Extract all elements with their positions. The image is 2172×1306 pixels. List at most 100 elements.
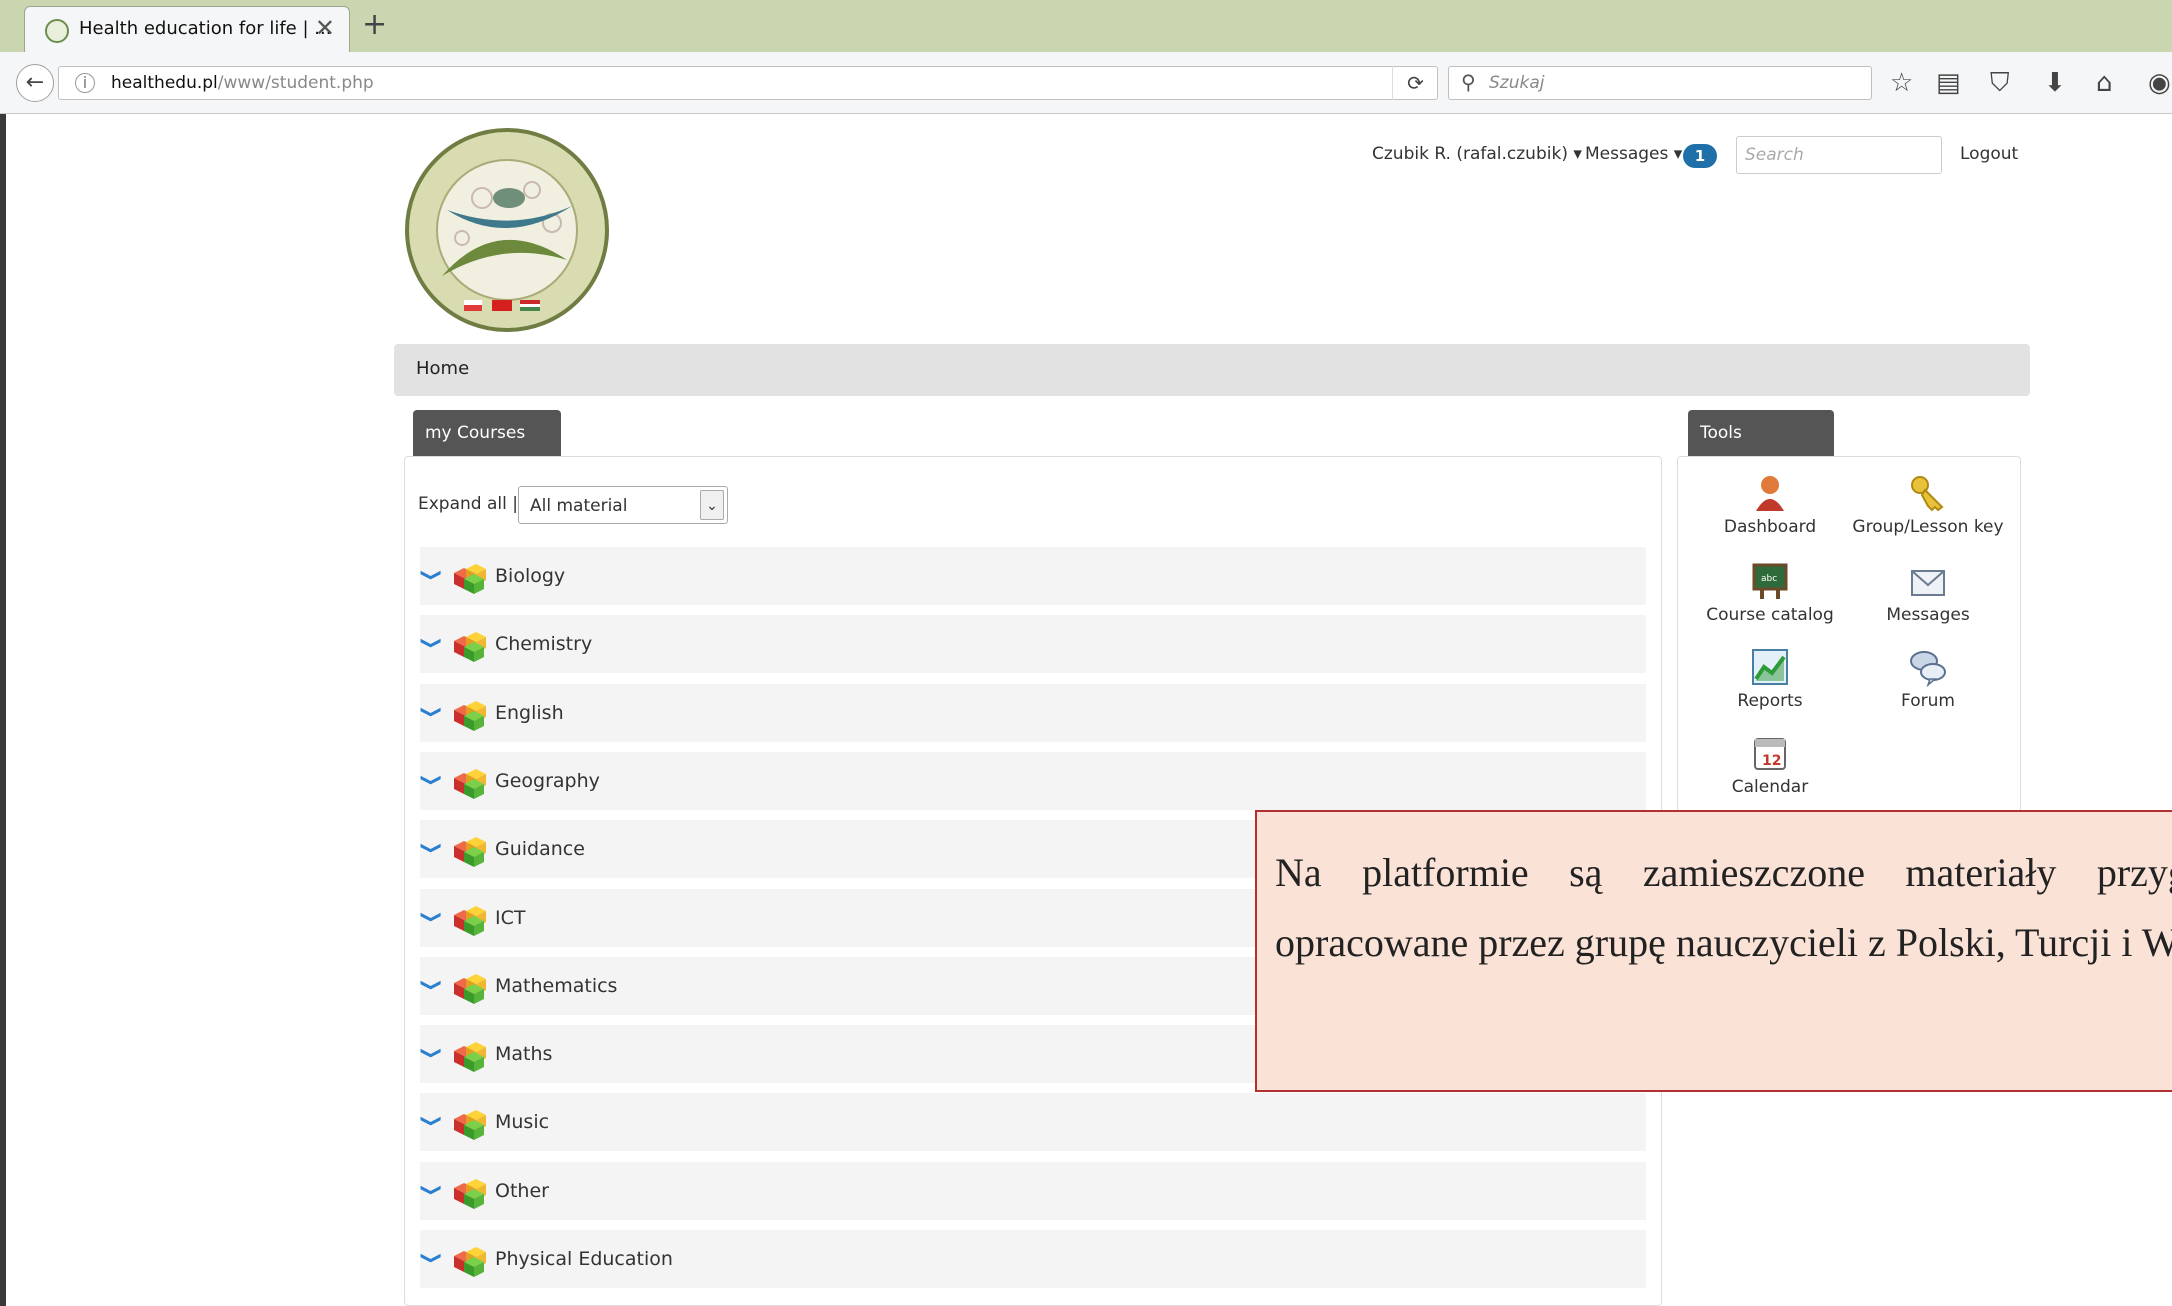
browser-tab[interactable]: Health education for life | ... ✕ xyxy=(24,6,350,52)
chevron-down-icon[interactable]: ❯ xyxy=(420,568,444,581)
course-name[interactable]: Biology xyxy=(495,565,565,587)
course-row[interactable]: ❯ Music xyxy=(420,1093,1646,1153)
browser-search-input[interactable]: ⚲ Szukaj xyxy=(1448,66,1872,100)
course-row[interactable]: ❯ Biology xyxy=(420,547,1646,607)
tab-title: Health education for life | ... xyxy=(79,18,332,39)
course-name[interactable]: Guidance xyxy=(495,838,585,860)
envelope-icon xyxy=(1911,570,1945,596)
course-name[interactable]: ICT xyxy=(495,907,525,929)
chevron-down-icon[interactable]: ❯ xyxy=(420,1114,444,1127)
site-logo xyxy=(405,128,609,332)
course-name[interactable]: Physical Education xyxy=(495,1248,673,1270)
svg-text:12: 12 xyxy=(1762,753,1781,769)
course-name[interactable]: Music xyxy=(495,1111,549,1133)
close-tab-icon[interactable]: ✕ xyxy=(315,14,335,42)
user-name: Czubik R. (rafal.czubik) xyxy=(1372,144,1568,164)
home-icon[interactable]: ⌂ xyxy=(2096,66,2113,100)
course-row[interactable]: ❯ Chemistry xyxy=(420,615,1646,675)
key-icon xyxy=(1911,476,1944,512)
chalkboard-icon: abc xyxy=(1752,563,1788,599)
chevron-down-icon[interactable]: ❯ xyxy=(420,773,444,786)
annotation-callout: Na platformie są zamieszczone materiały … xyxy=(1255,810,2172,1092)
tools-panel: Dashboard Group/Lesson key abc Course ca… xyxy=(1677,456,2021,818)
new-tab-icon[interactable]: + xyxy=(362,10,387,40)
course-cubes-icon xyxy=(454,1179,486,1209)
course-name[interactable]: Other xyxy=(495,1180,549,1202)
tool-messages[interactable]: Messages xyxy=(1848,561,2008,625)
address-bar[interactable]: i healthedu.pl/www/student.php xyxy=(58,66,1438,100)
url-domain: healthedu.pl xyxy=(111,73,218,93)
tool-group-lesson-key[interactable]: Group/Lesson key xyxy=(1848,473,2008,537)
course-cubes-icon xyxy=(454,974,486,1004)
breadcrumb: Home xyxy=(394,344,2030,396)
pocket-icon[interactable]: ⛉ xyxy=(1990,66,2010,100)
course-name[interactable]: Geography xyxy=(495,770,600,792)
logout-link[interactable]: Logout xyxy=(1960,144,2018,164)
tool-reports[interactable]: Reports xyxy=(1690,647,1850,711)
course-cubes-icon xyxy=(454,906,486,936)
window-left-edge xyxy=(0,114,6,1306)
course-cubes-icon xyxy=(454,769,486,799)
magnifier-icon: ⚲ xyxy=(1461,70,1476,94)
chevron-down-icon[interactable]: ❯ xyxy=(420,1046,444,1059)
site-favicon-icon xyxy=(45,19,69,43)
site-search-input[interactable]: Search xyxy=(1736,136,1942,174)
chevron-down-icon[interactable]: ❯ xyxy=(420,841,444,854)
tool-course-catalog[interactable]: abc Course catalog xyxy=(1690,561,1850,625)
tool-label: Forum xyxy=(1901,691,1955,711)
course-row[interactable]: ❯ English xyxy=(420,684,1646,744)
course-name[interactable]: Mathematics xyxy=(495,975,617,997)
tool-dashboard[interactable]: Dashboard xyxy=(1690,473,1850,537)
material-filter-value: All material xyxy=(530,496,628,516)
browser-search-placeholder: Szukaj xyxy=(1489,73,1545,93)
course-cubes-icon xyxy=(454,632,486,662)
annotation-text: Na platformie są zamieszczone materiały … xyxy=(1275,850,2172,965)
speech-bubbles-icon xyxy=(1910,651,1946,687)
caret-down-icon: ▾ xyxy=(1573,144,1582,164)
tool-label: Dashboard xyxy=(1723,517,1817,537)
chevron-down-icon[interactable]: ❯ xyxy=(420,636,444,649)
expand-all-link[interactable]: Expand all | xyxy=(418,494,518,514)
chevron-down-icon[interactable]: ❯ xyxy=(420,705,444,718)
reading-list-icon[interactable]: ▤ xyxy=(1936,66,1961,100)
tools-tab[interactable]: Tools xyxy=(1688,410,1834,456)
course-cubes-icon xyxy=(454,1247,486,1277)
course-name[interactable]: English xyxy=(495,702,564,724)
tool-label: Reports xyxy=(1737,691,1803,711)
user-menu[interactable]: Czubik R. (rafal.czubik) ▾ xyxy=(1372,144,1582,164)
dropdown-arrow-icon[interactable]: ⌄ xyxy=(700,490,724,520)
expand-all-label[interactable]: Expand all xyxy=(418,494,507,514)
caret-down-icon: ▾ xyxy=(1673,144,1683,164)
back-arrow-icon[interactable]: ← xyxy=(16,64,54,102)
course-name[interactable]: Maths xyxy=(495,1043,552,1065)
url-text: healthedu.pl/www/student.php xyxy=(111,73,374,93)
course-cubes-icon xyxy=(454,1110,486,1140)
reload-icon[interactable]: ⟳ xyxy=(1392,66,1438,100)
tool-forum[interactable]: Forum xyxy=(1848,647,2008,711)
tool-calendar[interactable]: 12 Calendar xyxy=(1690,733,1850,797)
chevron-down-icon[interactable]: ❯ xyxy=(420,1251,444,1264)
messages-menu[interactable]: Messages ▾ xyxy=(1585,144,1682,164)
user-person-icon xyxy=(1756,476,1784,511)
breadcrumb-home[interactable]: Home xyxy=(416,358,469,379)
course-row[interactable]: ❯ Physical Education xyxy=(420,1230,1646,1290)
chevron-down-icon[interactable]: ❯ xyxy=(420,978,444,991)
bookmark-star-icon[interactable]: ☆ xyxy=(1890,66,1913,100)
material-filter-select[interactable]: All material ⌄ xyxy=(518,486,728,524)
chevron-down-icon[interactable]: ❯ xyxy=(420,1183,444,1196)
course-row[interactable]: ❯ Other xyxy=(420,1162,1646,1222)
tool-label: Group/Lesson key xyxy=(1852,517,2004,537)
download-icon[interactable]: ⬇ xyxy=(2044,66,2066,100)
chat-icon[interactable]: ◉ xyxy=(2148,66,2171,100)
course-name[interactable]: Chemistry xyxy=(495,633,592,655)
course-row[interactable]: ❯ Geography xyxy=(420,752,1646,812)
course-cubes-icon xyxy=(454,564,486,594)
course-cubes-icon xyxy=(454,701,486,731)
my-courses-tab[interactable]: my Courses xyxy=(413,410,561,456)
info-icon[interactable]: i xyxy=(75,73,95,93)
messages-count-badge[interactable]: 1 xyxy=(1683,144,1717,168)
chevron-down-icon[interactable]: ❯ xyxy=(420,910,444,923)
svg-text:abc: abc xyxy=(1761,574,1777,584)
tool-label: Course catalog xyxy=(1706,605,1834,625)
chart-icon xyxy=(1752,649,1788,685)
